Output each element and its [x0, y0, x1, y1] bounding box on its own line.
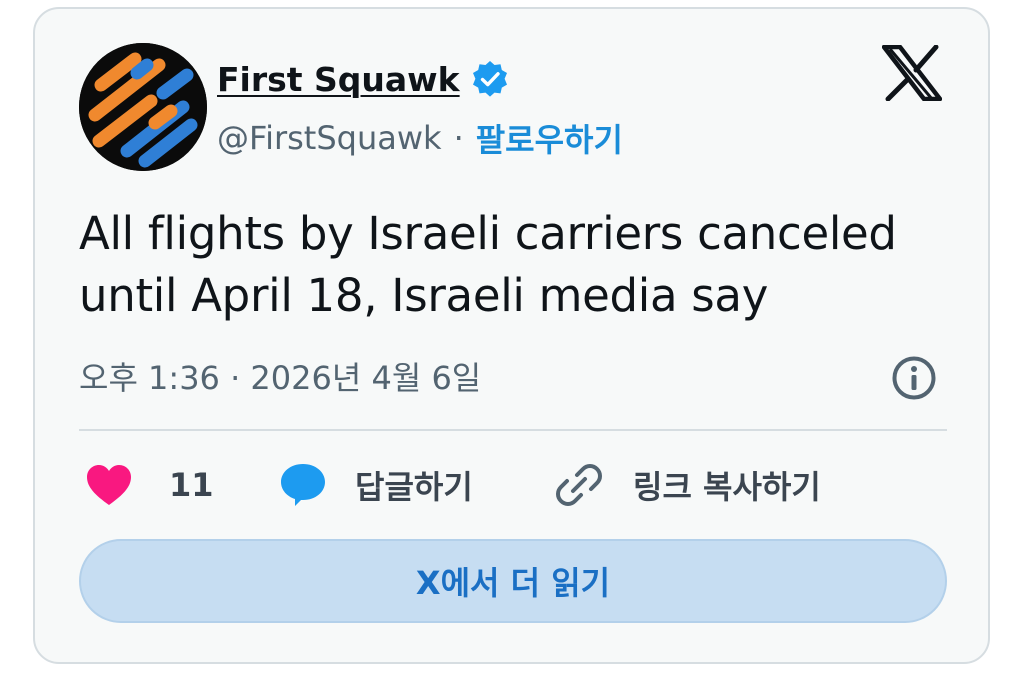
- x-logo-icon[interactable]: [881, 44, 943, 102]
- divider: [79, 429, 947, 431]
- copy-link-label: 링크 복사하기: [633, 468, 821, 506]
- author-handle[interactable]: @FirstSquawk: [217, 119, 442, 157]
- separator-dot: ·: [453, 119, 464, 157]
- verified-badge-icon: [470, 59, 510, 99]
- link-icon: [556, 464, 602, 506]
- info-icon[interactable]: [890, 354, 938, 402]
- speech-bubble-icon: [281, 464, 325, 506]
- avatar[interactable]: [79, 43, 207, 171]
- follow-button[interactable]: 팔로우하기: [476, 115, 623, 161]
- author-handle-row: @FirstSquawk · 팔로우하기: [217, 115, 623, 161]
- reply-button[interactable]: 답글하기: [279, 457, 473, 513]
- read-more-button[interactable]: X에서 더 읽기: [79, 539, 947, 623]
- first-squawk-logo: [79, 43, 207, 171]
- like-count: 11: [169, 466, 214, 504]
- author-name[interactable]: First Squawk: [217, 60, 460, 99]
- heart-icon: [87, 465, 131, 505]
- tweet-text: All flights by Israeli carriers canceled…: [79, 207, 897, 322]
- like-button[interactable]: 11: [85, 457, 214, 513]
- author-name-row: First Squawk: [217, 59, 510, 99]
- copy-link-button[interactable]: 링크 복사하기: [555, 457, 821, 513]
- tweet-card: First Squawk @FirstSquawk · 팔로우하기 All fl…: [33, 7, 990, 664]
- reply-label: 답글하기: [355, 468, 473, 506]
- action-bar: 11 답글하기 링크 복사하기: [79, 457, 947, 513]
- tweet-timestamp[interactable]: 오후 1:36 · 2026년 4월 6일: [79, 353, 481, 399]
